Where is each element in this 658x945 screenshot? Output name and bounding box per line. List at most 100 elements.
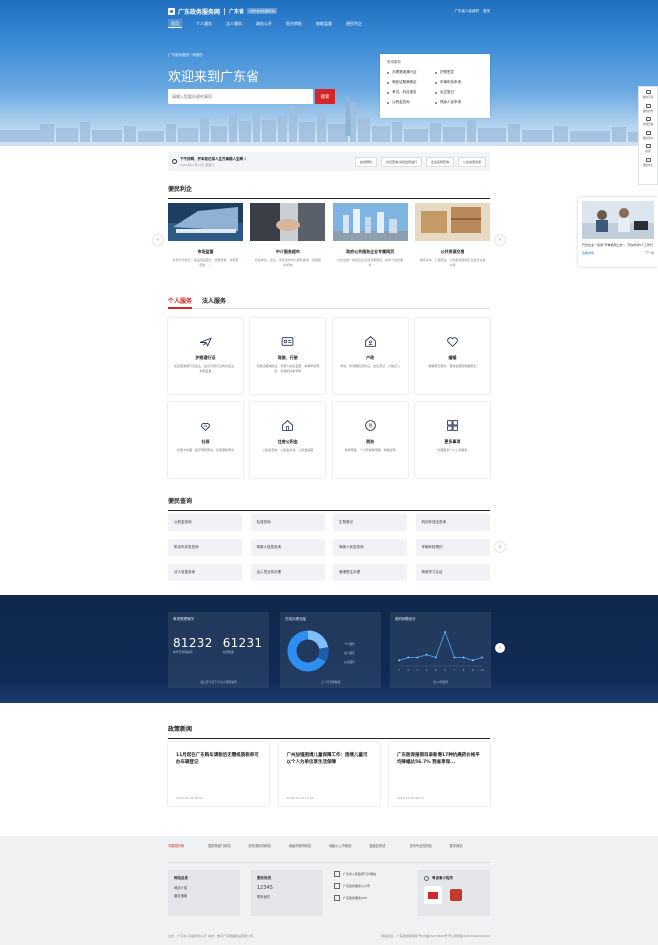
- service-desc: 公积金查询、公积金贷款、公积金提取: [262, 448, 314, 452]
- nav-supervision[interactable]: 效能监督: [316, 19, 332, 28]
- next-arrow-icon[interactable]: ›: [495, 643, 505, 653]
- heart-icon: [447, 337, 458, 347]
- nav-corporate[interactable]: 法人服务: [226, 19, 242, 28]
- footer-link[interactable]: 中国政府网: [168, 843, 208, 848]
- query-item[interactable]: 驾驶人状态查询: [333, 539, 407, 556]
- service-household[interactable]: 户政 申领、补领居民身份证，出生登记，户籍迁入: [332, 318, 408, 394]
- query-item[interactable]: 出入境业务办理: [250, 564, 325, 581]
- sidebar-my-cases[interactable]: 我的办件: [643, 103, 653, 118]
- query-item[interactable]: 公积金查询: [168, 514, 242, 531]
- service-housing-fund[interactable]: 住房公积金 公积金查询、公积金贷款、公积金提取: [250, 402, 326, 478]
- house-icon: [364, 336, 376, 347]
- card-enterprise[interactable]: 政府公共服务企业专属网页 为企业统一提供企业空间专属网页，提供个性化服务: [332, 203, 408, 276]
- site-name[interactable]: 广东政务服务网: [178, 7, 220, 16]
- service-desc: 驾驶证期满换证、驾驶人信息变更、车辆年检预约、补领机动车号牌: [256, 364, 320, 373]
- query-item[interactable]: 驾驶人信息查询: [250, 539, 325, 556]
- footer-link[interactable]: 地级市政府网站: [289, 843, 329, 848]
- nav-approval[interactable]: 阳光审批: [286, 19, 302, 28]
- x-tick-label: 8: [463, 668, 465, 672]
- x-tick-label: 7: [454, 668, 456, 672]
- float-ad-card[interactable]: 开办企业一窗通“开单机网上办”，开办时间5个工作日 查看详情 下一条: [578, 197, 658, 267]
- news-title: 广东医保报销目录新增17种抗癌药价格平均降幅达56.7% 我省享保...: [397, 753, 480, 765]
- query-item[interactable]: 生育登记: [333, 514, 407, 531]
- sidebar-my-space[interactable]: 我的空间: [643, 90, 653, 104]
- quick-link[interactable]: 护照签发: [435, 70, 483, 75]
- float-ad-detail-link[interactable]: 查看详情: [582, 251, 594, 255]
- quick-link[interactable]: 出生登记: [435, 90, 483, 95]
- shortcut-tag[interactable]: 企业名称查询: [425, 156, 454, 167]
- footer-link[interactable]: 省内专业性网站: [410, 843, 450, 848]
- next-arrow-icon[interactable]: ›: [495, 235, 505, 245]
- tax-icon: 税: [364, 420, 376, 431]
- x-tick-label: 2: [407, 668, 409, 672]
- service-tax[interactable]: 税 税务 常用申报、个人所得税申报、纳税证明: [332, 402, 408, 478]
- float-ad-text: 开办企业一窗通“开单机网上办”，开办时间5个工作日: [582, 243, 654, 247]
- line-chart: 1 2 3 4 5 6 7 8 9 10: [398, 630, 484, 672]
- footer-link[interactable]: 联系我们: [257, 894, 317, 899]
- next-arrow-icon[interactable]: ›: [495, 542, 505, 552]
- floating-sidebar: 我的空间 我的办件 在线咨询 我的评价 投诉 帮助中心: [638, 86, 658, 185]
- app-link[interactable]: 广东省人民政府门户网站: [334, 871, 406, 877]
- shortcut-tag[interactable]: 办证查询 请您如何进行: [381, 156, 422, 167]
- panel-title: 政府网数统计: [395, 617, 416, 621]
- sidebar-consult[interactable]: 在线咨询: [643, 117, 653, 131]
- query-item[interactable]: 社保查询: [250, 514, 325, 531]
- card-public-resource[interactable]: 公共资源交易 政府采购、工程建设、土地使用权和矿业权出让等交易: [414, 203, 490, 276]
- gov-site-icon: [334, 871, 340, 877]
- quick-link[interactable]: 办理港澳通行证: [387, 70, 435, 75]
- shortcut-tag[interactable]: 在线预约: [354, 156, 377, 167]
- chat-icon: [645, 117, 651, 121]
- footer-link[interactable]: 服务指南: [174, 893, 234, 898]
- app-link[interactable]: 广东政务服务APP: [334, 895, 406, 901]
- quick-link[interactable]: 公积金查询: [387, 100, 435, 105]
- query-item[interactable]: 机动车违法查询: [415, 514, 490, 531]
- footer-link[interactable]: 县级区网站: [369, 843, 409, 848]
- query-item[interactable]: 渔港签注办理: [333, 564, 407, 581]
- footer-link[interactable]: 网站介绍: [174, 885, 234, 890]
- shortcut-tag[interactable]: 公共资源交易: [457, 156, 486, 167]
- quick-link[interactable]: 驾驶证期满换证: [387, 80, 435, 85]
- query-item[interactable]: 机动车状态查询: [168, 539, 242, 556]
- quick-link[interactable]: 考试、科目报名: [387, 90, 435, 95]
- quick-link[interactable]: 车辆年检申请: [435, 80, 483, 85]
- nav-home[interactable]: 首页: [168, 19, 182, 28]
- app-link[interactable]: 广东政务服务公众号: [334, 883, 406, 889]
- sidebar-complaint[interactable]: 投诉: [645, 144, 651, 158]
- nav-personal[interactable]: 个人服务: [196, 19, 212, 28]
- footer-link[interactable]: 国务院部门网站: [208, 843, 248, 848]
- login-link[interactable]: 登录: [483, 9, 490, 14]
- footer-link[interactable]: 驻粤港机构网站: [249, 843, 289, 848]
- gov-portal-link[interactable]: 广东省人民政府: [455, 9, 480, 14]
- tab-corporate[interactable]: 法人服务: [202, 296, 226, 308]
- switch-region-link[interactable]: [切换省市区镇街道]: [247, 8, 278, 14]
- nav-convenience[interactable]: 便民利企: [346, 19, 362, 28]
- footer-link[interactable]: 数字网站: [450, 843, 490, 848]
- service-social-security[interactable]: 社保 社保卡办理、医疗保险申请、养老保险申请: [168, 402, 243, 478]
- service-more[interactable]: 更多事项 办理更多个人公共服务: [414, 402, 490, 478]
- nav-gov-open[interactable]: 政务公开: [256, 19, 272, 28]
- card-agency[interactable]: 中介服务超市 机关单位、企业、市民发布中介服务需求，选择服务机构: [250, 203, 326, 276]
- quick-link[interactable]: 残疾人证申请: [435, 100, 483, 105]
- sidebar-evaluate[interactable]: 我的评价: [643, 130, 653, 145]
- service-title: 户政: [366, 355, 375, 360]
- stat-caption: 办结数量: [222, 650, 234, 654]
- float-ad-next-link[interactable]: 下一条: [645, 251, 654, 255]
- service-driving[interactable]: 驾驶、行驶 驾驶证期满换证、驾驶人信息变更、车辆年检预约、补领机动车号牌: [250, 318, 326, 394]
- site-logo-icon[interactable]: [168, 7, 175, 15]
- data-point: [453, 656, 456, 659]
- footer-box-title: 粤省事小程序: [432, 876, 453, 880]
- news-card[interactable]: 广东医保报销目录新增17种抗癌药价格平均降幅达56.7% 我省享保... 2016…: [389, 742, 490, 806]
- service-marriage[interactable]: 婚姻 婚姻登记预约，港澳台居民婚姻登记: [414, 318, 490, 394]
- footer-link[interactable]: 地级以上市网站: [329, 843, 369, 848]
- tab-personal[interactable]: 个人服务: [168, 296, 193, 309]
- news-card[interactable]: 广州加强困境儿童保障工作：困境儿童可以个人为单位享生活保障 2016-10-30 …: [278, 742, 380, 806]
- query-item[interactable]: 车辆年检预约: [415, 539, 490, 556]
- prev-arrow-icon[interactable]: ‹: [153, 235, 163, 245]
- query-item[interactable]: 法人信息查询: [168, 564, 242, 581]
- sidebar-help[interactable]: 帮助中心: [643, 157, 653, 172]
- service-passport[interactable]: 护照通行证 往来港澳通行证签注、往台湾通行证再次签注、护照签发: [168, 318, 243, 394]
- card-market[interactable]: 市场监管 专项行为监管，食品药品监管，质量监督，消费者服务……: [168, 203, 243, 276]
- news-card[interactable]: 11月起在广东购车请税后无需纸质税单可办车辆登记 2016-11-01 08:07: [168, 742, 269, 806]
- news-title: 11月起在广东购车请税后无需纸质税单可办车辆登记: [176, 753, 259, 765]
- query-item[interactable]: 驾驶学习认证: [415, 564, 490, 581]
